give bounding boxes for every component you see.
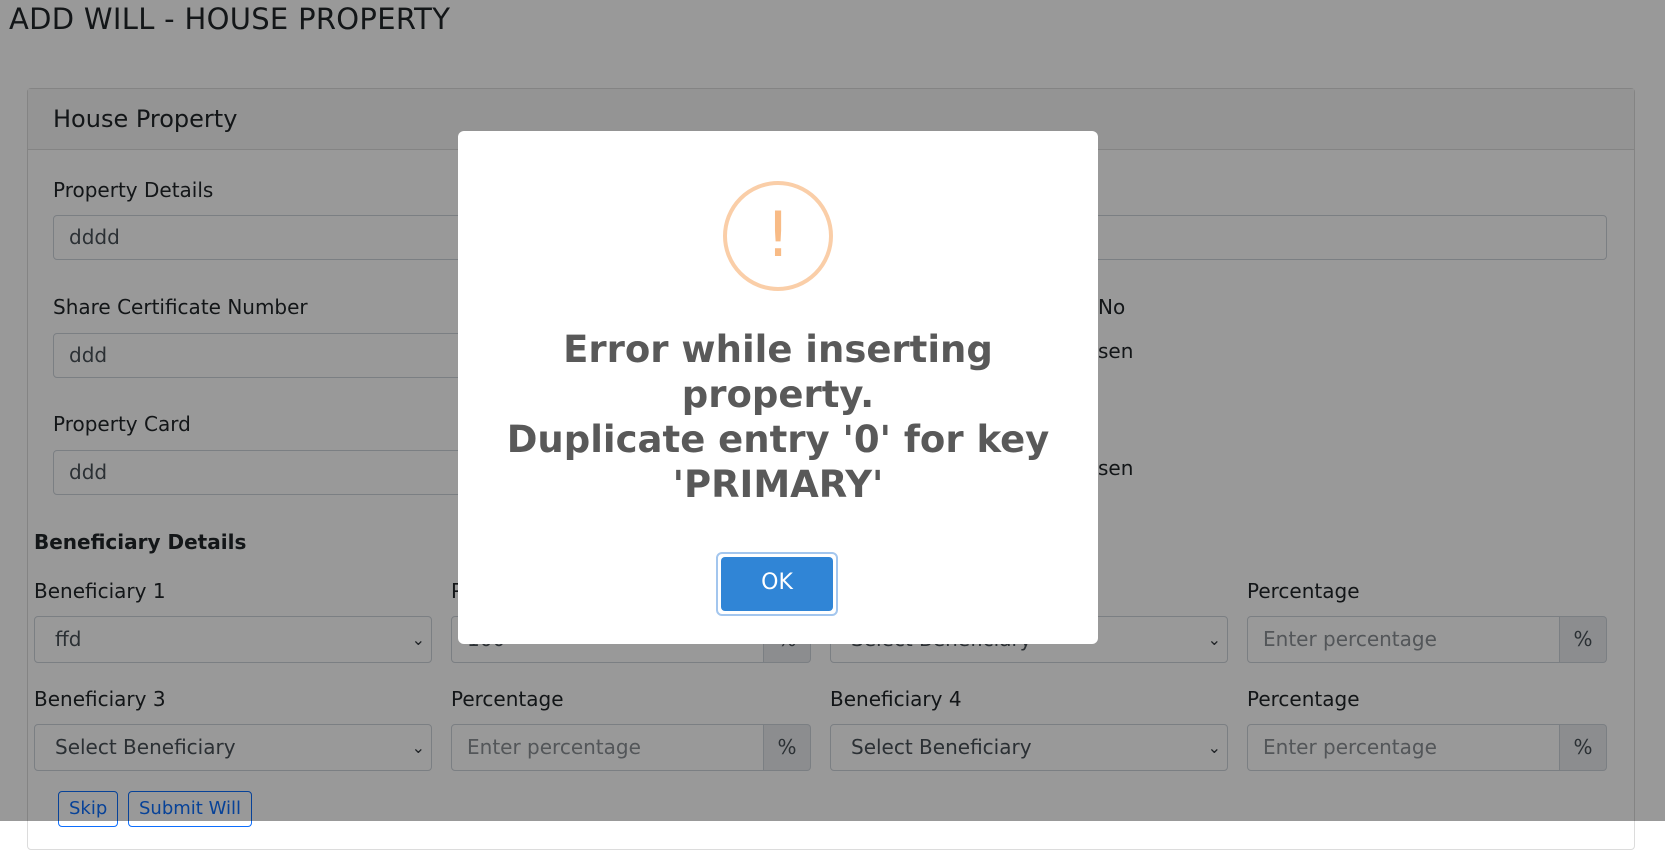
error-message-line: property. <box>681 373 875 416</box>
error-message-line: Duplicate entry '0' for key <box>506 418 1050 461</box>
error-dialog: ! Error while inserting property. Duplic… <box>458 131 1098 644</box>
exclamation-glyph: ! <box>765 198 791 271</box>
ok-button[interactable]: OK <box>721 557 833 611</box>
error-message: Error while inserting property. Duplicat… <box>498 327 1058 507</box>
ok-button-focus-ring: OK <box>716 552 838 616</box>
error-message-line: 'PRIMARY' <box>672 463 884 506</box>
warning-icon: ! <box>723 181 833 291</box>
error-message-line: Error while inserting <box>563 328 993 371</box>
